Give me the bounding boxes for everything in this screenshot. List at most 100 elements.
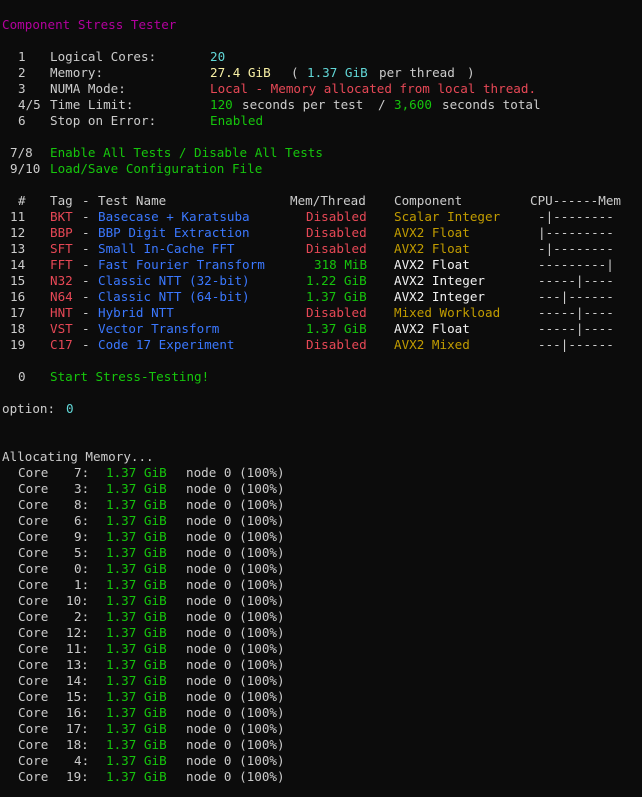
row-cpu-mem-bar: ---|------ — [538, 337, 614, 352]
alloc-title: Allocating Memory... — [2, 449, 154, 464]
setting-memory[interactable]: 2 Memory: 27.4 GiB ( 1.37 GiB per thread… — [0, 65, 642, 81]
row-dash: - — [82, 337, 90, 352]
core-alloc-size: 1.37 GiB — [106, 481, 167, 496]
core-alloc-size: 1.37 GiB — [106, 513, 167, 528]
separator: / — [378, 97, 386, 112]
total-text: seconds total — [442, 97, 541, 112]
core-id: 2: — [74, 609, 90, 624]
core-id: 19: — [66, 769, 89, 784]
setting-num: 1 — [18, 49, 26, 64]
core-node: node 0 (100%) — [186, 625, 285, 640]
core-node: node 0 (100%) — [186, 545, 285, 560]
setting-num: 6 — [18, 113, 26, 128]
option-prompt-row[interactable]: option: 0 — [0, 401, 642, 417]
table-row[interactable]: 11 BKT - Basecase + Karatsuba Disabled Scalar… — [0, 209, 642, 225]
core-id: 0: — [74, 561, 90, 576]
core-id: 4: — [74, 753, 90, 768]
action-enable-disable-all[interactable]: 7/8 Enable All Tests / Disable All Tests — [0, 145, 642, 161]
core-node: node 0 (100%) — [186, 641, 285, 656]
core-label: Core — [18, 577, 49, 592]
row-test-name: BBP Digit Extraction — [98, 225, 250, 240]
table-row[interactable]: 12 BBP - BBP Digit Extraction Disabled AVX2 F… — [0, 225, 642, 241]
core-label: Core — [18, 737, 49, 752]
row-test-name: Code 17 Experiment — [98, 337, 235, 352]
row-component: AVX2 Integer — [394, 273, 485, 288]
core-label: Core — [18, 721, 49, 736]
setting-numa-mode[interactable]: 3 NUMA Mode: Local - Memory allocated fr… — [0, 81, 642, 97]
setting-value: Local - Memory allocated from local thre… — [210, 81, 537, 96]
setting-label: Logical Cores: — [50, 49, 157, 64]
core-label: Core — [18, 593, 49, 608]
core-node: node 0 (100%) — [186, 721, 285, 736]
core-node: node 0 (100%) — [186, 513, 285, 528]
core-id: 14: — [66, 673, 89, 688]
row-cpu-mem-bar: |--------- — [538, 225, 614, 240]
core-alloc-size: 1.37 GiB — [106, 577, 167, 592]
core-alloc-size: 1.37 GiB — [106, 625, 167, 640]
row-tag: FFT — [50, 257, 73, 272]
core-node: node 0 (100%) — [186, 689, 285, 704]
core-alloc-size: 1.37 GiB — [106, 529, 167, 544]
core-alloc-size: 1.37 GiB — [106, 593, 167, 608]
table-row[interactable]: 18 VST - Vector Transform 1.37 GiB AVX2 Float… — [0, 321, 642, 337]
core-label: Core — [18, 609, 49, 624]
action-num: 9/10 — [10, 161, 41, 176]
header-mem-thread: Mem/Thread — [290, 193, 366, 208]
core-node: node 0 (100%) — [186, 769, 285, 784]
setting-label: NUMA Mode: — [50, 81, 126, 96]
setting-label: Stop on Error: — [50, 113, 157, 128]
row-cpu-mem-bar: ---|------ — [538, 289, 614, 304]
setting-num: 3 — [18, 81, 26, 96]
table-row[interactable]: 13 SFT - Small In-Cache FFT Disabled AVX2 Flo… — [0, 241, 642, 257]
row-num: 19 — [10, 337, 26, 352]
start-stress-testing[interactable]: 0 Start Stress-Testing! — [0, 369, 642, 385]
core-alloc-size: 1.37 GiB — [106, 737, 167, 752]
start-label: Start Stress-Testing! — [50, 369, 210, 384]
core-label: Core — [18, 689, 49, 704]
table-row[interactable]: 15 N32- Classic NTT (32-bit) 1.22 GiB AVX2 I… — [0, 273, 642, 289]
core-node: node 0 (100%) — [186, 609, 285, 624]
core-id: 1: — [74, 577, 90, 592]
table-row[interactable]: 16 N64- Classic NTT (64-bit) 1.37 GiB AVX2 I… — [0, 289, 642, 305]
row-num: 14 — [10, 257, 26, 272]
core-alloc-size: 1.37 GiB — [106, 769, 167, 784]
app-title: Component Stress Tester — [2, 17, 177, 32]
setting-time-limit[interactable]: 4/5 Time Limit: 120 seconds per test / 3… — [0, 97, 642, 113]
row-cpu-mem-bar: -----|---- — [538, 305, 614, 320]
row-cpu-mem-bar: -----|---- — [538, 321, 614, 336]
row-num: 12 — [10, 225, 26, 240]
start-num: 0 — [18, 369, 26, 384]
core-id: 13: — [66, 657, 89, 672]
table-row[interactable]: 17 HNT - Hybrid NTT Disabled Mixed Workload --… — [0, 305, 642, 321]
core-node: node 0 (100%) — [186, 497, 285, 512]
option-input-value[interactable]: 0 — [66, 401, 74, 417]
row-mem-thread: Disabled — [306, 209, 367, 224]
core-label: Core — [18, 769, 49, 784]
core-label: Core — [18, 481, 49, 496]
setting-stop-on-error[interactable]: 6 Stop on Error: Enabled — [0, 113, 642, 129]
header-test-name: Test Name — [98, 193, 167, 208]
row-dash: - — [82, 241, 90, 256]
row-test-name: Small In-Cache FFT — [98, 241, 235, 256]
setting-value: 20 — [210, 49, 226, 64]
row-dash: - — [82, 257, 90, 272]
table-row[interactable]: 19 C17- Code 17 Experiment Disabled AVX2 Mix… — [0, 337, 642, 353]
row-test-name: Basecase + Karatsuba — [98, 209, 250, 224]
row-mem-thread: 1.37 GiB — [306, 321, 367, 336]
setting-logical-cores[interactable]: 1 Logical Cores: 20 — [0, 49, 642, 65]
core-id: 5: — [74, 545, 90, 560]
option-prompt: option: — [2, 401, 56, 416]
row-mem-thread: 1.37 GiB — [306, 289, 367, 304]
row-tag: C17 — [50, 337, 73, 352]
action-load-save-config[interactable]: 9/10 Load/Save Configuration File — [0, 161, 642, 177]
core-label: Core — [18, 497, 49, 512]
row-tag: HNT — [50, 305, 73, 320]
core-label: Core — [18, 657, 49, 672]
row-cpu-mem-bar: -|-------- — [538, 241, 614, 256]
table-row[interactable]: 14 FFT - Fast Fourier Transform 318 MiB AVX2 … — [0, 257, 642, 273]
action-num: 7/8 — [10, 145, 33, 160]
core-label: Core — [18, 465, 49, 480]
setting-num: 4/5 — [18, 97, 41, 112]
row-dash: - — [82, 305, 90, 320]
core-label: Core — [18, 529, 49, 544]
